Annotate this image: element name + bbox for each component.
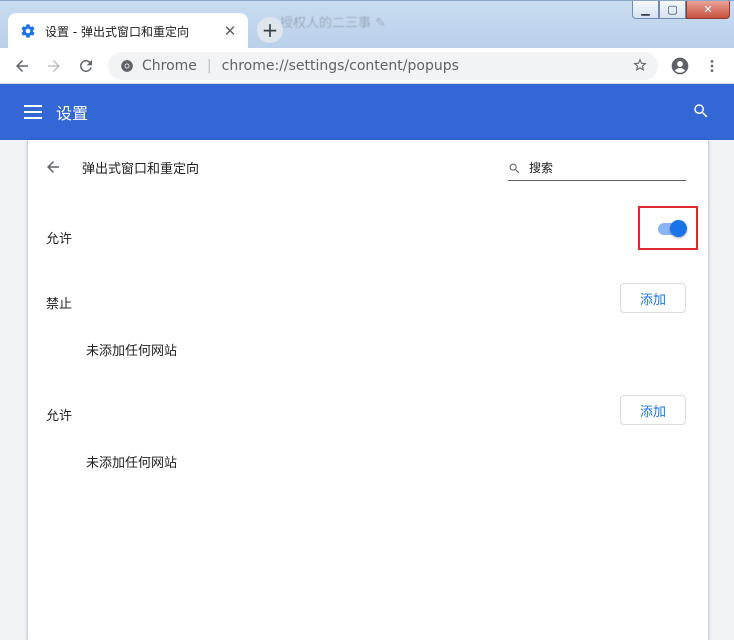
settings-header: 设置 xyxy=(0,84,734,140)
background-window-text: 授权人的二三事 ✎ xyxy=(280,16,387,31)
search-icon xyxy=(508,162,521,175)
tab-settings[interactable]: 设置 - 弹出式窗口和重定向 ✕ xyxy=(8,13,248,49)
settings-card: 弹出式窗口和重定向 允许 禁止 添加 未添加任何网站 允许 添加 未添加任何网站 xyxy=(28,140,708,640)
highlight-box xyxy=(638,206,698,250)
new-tab-button[interactable]: + xyxy=(257,17,283,43)
profile-avatar-icon[interactable] xyxy=(670,56,690,76)
url-text: chrome://settings/content/popups xyxy=(221,58,459,74)
close-window-button[interactable]: ✕ xyxy=(686,1,730,19)
blocked-section-label: 禁止 xyxy=(46,297,73,312)
back-arrow-icon[interactable] xyxy=(12,56,32,76)
reload-icon[interactable] xyxy=(76,56,96,76)
forward-arrow-icon[interactable] xyxy=(44,56,64,76)
page-title: 设置 xyxy=(56,104,89,123)
window-controls: ▁ ▢ ✕ xyxy=(632,1,730,19)
subpage-header: 弹出式窗口和重定向 xyxy=(28,140,708,196)
search-field[interactable] xyxy=(508,156,686,181)
gear-icon xyxy=(20,23,36,39)
chrome-logo-icon xyxy=(120,59,134,73)
allow-toggle-label: 允许 xyxy=(46,232,73,247)
url-separator: | xyxy=(206,58,212,74)
more-menu-icon[interactable] xyxy=(702,56,722,76)
tab-title: 设置 - 弹出式窗口和重定向 xyxy=(45,24,189,39)
allowed-empty-text: 未添加任何网站 xyxy=(86,456,178,471)
back-arrow-icon[interactable] xyxy=(44,158,64,178)
browser-titlebar: 授权人的二三事 ✎ 设置 - 弹出式窗口和重定向 ✕ + ▁ ▢ ✕ xyxy=(0,0,734,49)
search-input[interactable] xyxy=(527,160,681,176)
browser-toolbar: Chrome | chrome://settings/content/popup… xyxy=(0,48,734,84)
search-icon[interactable] xyxy=(692,102,710,124)
tab-close-icon[interactable]: ✕ xyxy=(222,23,238,39)
maximize-button[interactable]: ▢ xyxy=(659,1,686,19)
bookmark-star-icon[interactable] xyxy=(632,57,648,77)
add-allowed-site-button[interactable]: 添加 xyxy=(620,395,686,425)
toggle-knob xyxy=(670,220,687,237)
allowed-section-label: 允许 xyxy=(46,409,73,424)
site-name: Chrome xyxy=(142,58,197,74)
allow-toggle[interactable] xyxy=(656,220,690,237)
add-blocked-site-button[interactable]: 添加 xyxy=(620,283,686,313)
hamburger-menu-icon[interactable] xyxy=(24,105,42,119)
blocked-empty-text: 未添加任何网站 xyxy=(86,344,178,359)
address-bar[interactable]: Chrome | chrome://settings/content/popup… xyxy=(108,52,658,80)
subpage-title: 弹出式窗口和重定向 xyxy=(82,162,200,177)
minimize-button[interactable]: ▁ xyxy=(632,1,659,19)
